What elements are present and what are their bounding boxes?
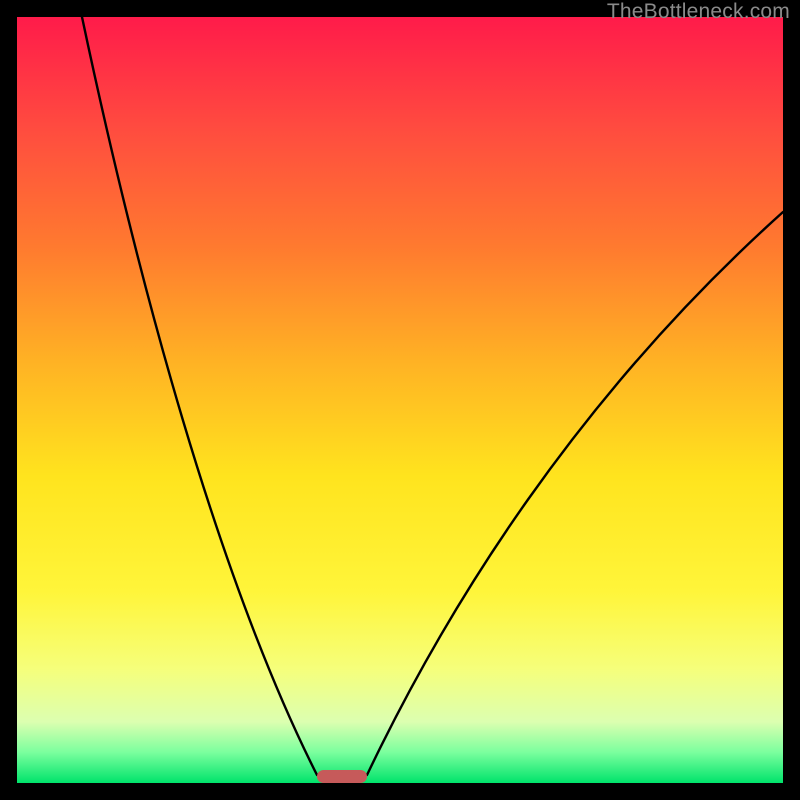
watermark-text: TheBottleneck.com xyxy=(607,0,790,24)
curve-left-branch xyxy=(82,17,317,775)
curve-right-branch xyxy=(367,212,783,775)
chart-area xyxy=(17,17,783,783)
optimum-marker xyxy=(317,770,367,783)
bottleneck-curve xyxy=(17,17,783,783)
